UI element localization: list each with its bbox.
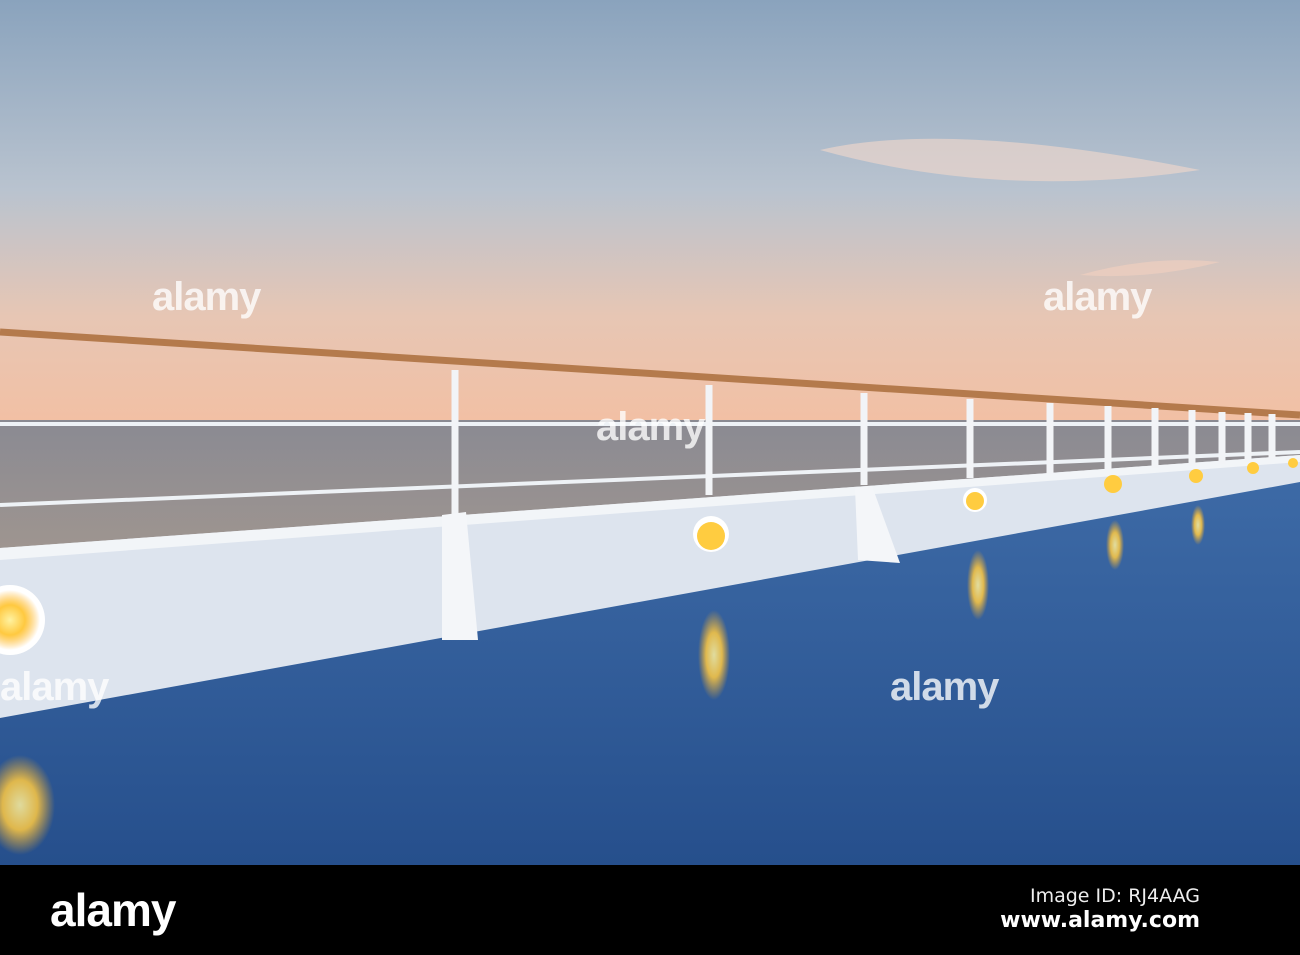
photo: alamy alamy alamy alamy alamy alamy Imag…	[0, 0, 1300, 955]
watermark: alamy	[0, 665, 109, 709]
footer-bar: alamy Image ID: RJ4AAG www.alamy.com	[0, 865, 1300, 955]
watermark: alamy	[152, 275, 261, 319]
image-id: Image ID: RJ4AAG	[1029, 885, 1200, 907]
watermark: alamy	[596, 405, 705, 449]
alamy-logo: alamy	[50, 884, 176, 936]
watermark: alamy	[1043, 275, 1152, 319]
watermark: alamy	[890, 665, 999, 709]
website-link: www.alamy.com	[1000, 908, 1200, 933]
sky	[0, 0, 1300, 422]
